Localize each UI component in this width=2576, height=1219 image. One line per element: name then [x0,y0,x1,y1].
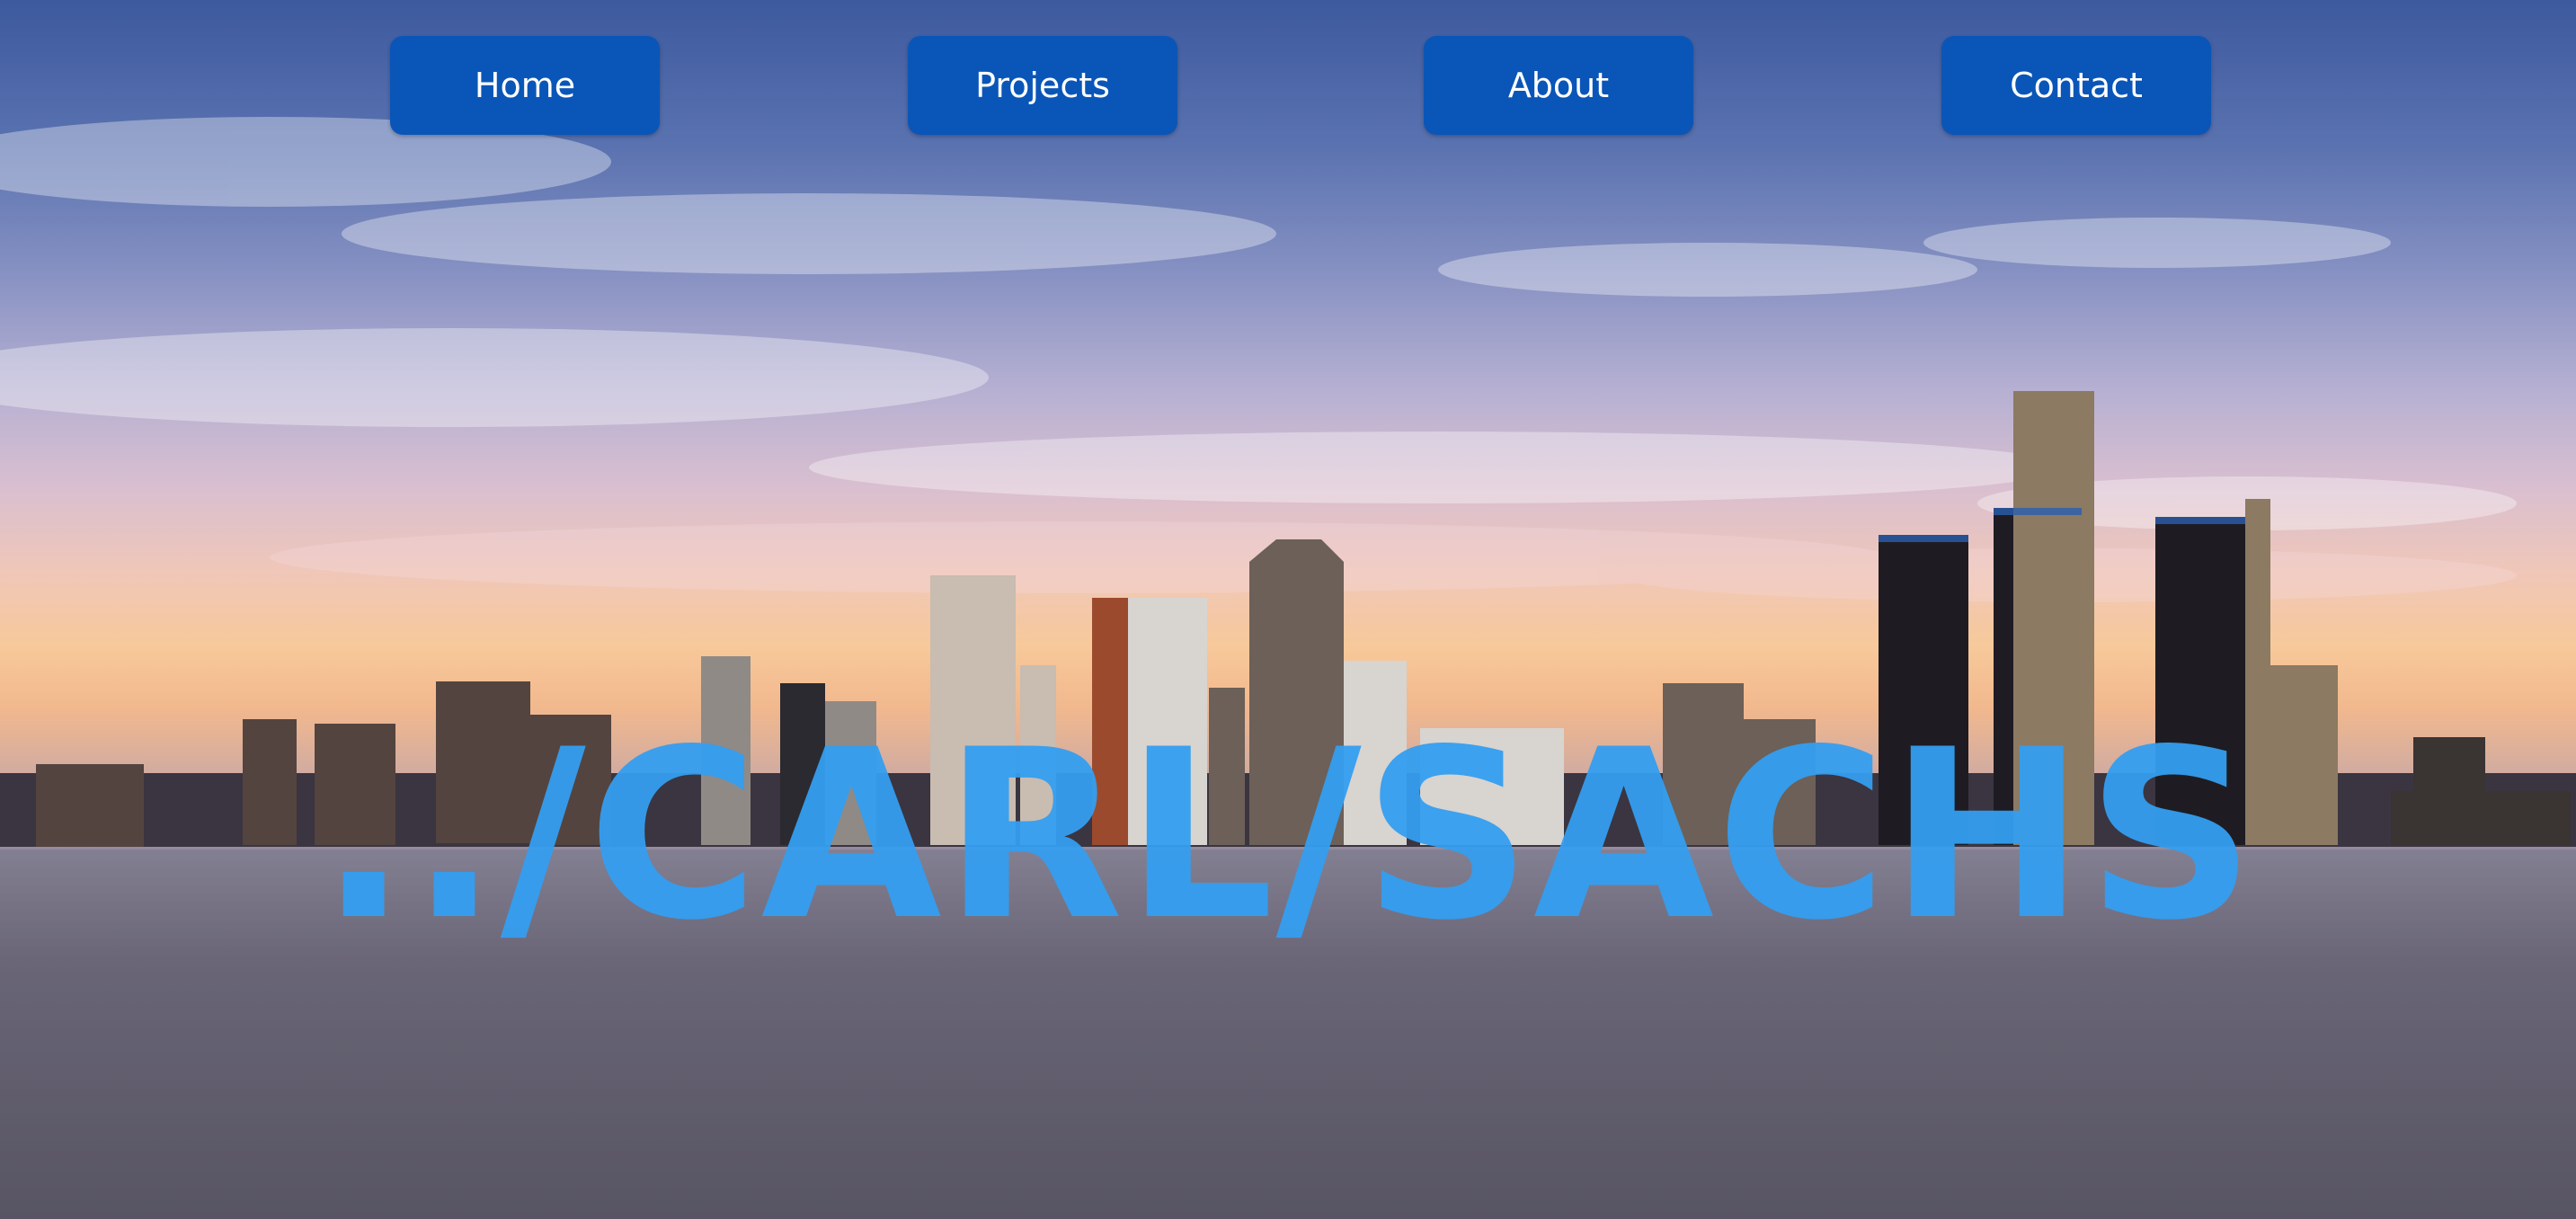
nav-contact-button[interactable]: Contact [1941,36,2211,135]
main-nav: Home Projects About Contact [0,36,2576,135]
nav-projects-button[interactable]: Projects [908,36,1177,135]
nav-home-button[interactable]: Home [390,36,660,135]
hero-title: ../CARL/SACHS [319,700,2257,972]
nav-about-button[interactable]: About [1424,36,1693,135]
hero-section: Home Projects About Contact ../CARL/SACH… [0,0,2576,1219]
city-skyline [0,391,2576,847]
